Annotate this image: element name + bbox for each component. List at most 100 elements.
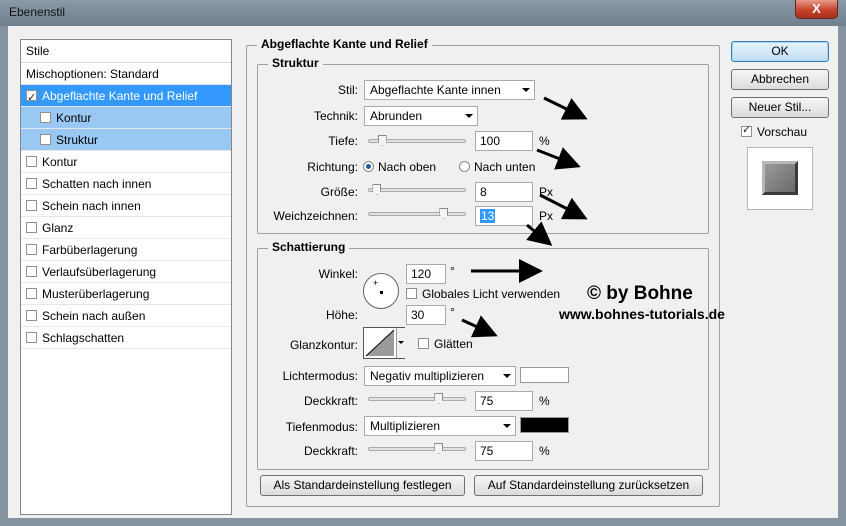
direction-down-label: Nach unten: [474, 160, 536, 174]
styles-list-header[interactable]: Stile: [21, 40, 231, 63]
checkbox-icon[interactable]: [26, 332, 37, 343]
checkbox-icon[interactable]: [26, 200, 37, 211]
altitude-value: 30: [411, 308, 425, 322]
soften-input[interactable]: 13: [475, 206, 533, 226]
altitude-unit: °: [450, 305, 455, 319]
styles-list-item[interactable]: Musterüberlagerung: [21, 283, 231, 305]
styles-list-item-label: Abgeflachte Kante und Relief: [42, 89, 198, 103]
highlight-opacity-input[interactable]: 75: [475, 391, 533, 411]
checkbox-icon[interactable]: [26, 288, 37, 299]
altitude-label: Höhe:: [325, 308, 358, 322]
preview-swatch: [762, 161, 798, 195]
soften-slider[interactable]: [368, 208, 466, 219]
styles-list-item[interactable]: Schatten nach innen: [21, 173, 231, 195]
styles-list-item[interactable]: Schein nach innen: [21, 195, 231, 217]
checkbox-checked-icon: [741, 123, 752, 137]
shadow-color-swatch[interactable]: [520, 417, 569, 433]
shadow-opacity-input[interactable]: 75: [475, 441, 533, 461]
styles-list-item-label: Kontur: [42, 155, 78, 169]
checkbox-icon[interactable]: [40, 134, 51, 145]
dial-center-icon: [380, 291, 383, 294]
highlight-opacity-slider[interactable]: [368, 393, 466, 404]
size-input[interactable]: 8: [475, 182, 533, 202]
global-light-checkbox[interactable]: Globales Licht verwenden: [406, 287, 560, 301]
checkbox-checked-icon[interactable]: [26, 87, 37, 109]
styles-list-item-label: Farbüberlagerung: [42, 243, 138, 257]
styles-list-item-label: Schatten nach innen: [42, 177, 152, 191]
checkbox-icon[interactable]: [26, 244, 37, 255]
soften-value: 13: [480, 209, 496, 223]
highlight-mode-value: Negativ multiplizieren: [370, 369, 485, 383]
altitude-input[interactable]: 30: [406, 305, 446, 325]
shadow-mode-value: Multiplizieren: [370, 419, 441, 433]
angle-dial[interactable]: +: [363, 273, 399, 309]
checkbox-icon: [418, 338, 429, 349]
angle-value: 120: [411, 267, 432, 281]
watermark-url: www.bohnes-tutorials.de: [559, 306, 725, 322]
size-label: Größe:: [320, 185, 358, 199]
cancel-button[interactable]: Abbrechen: [731, 69, 829, 90]
title-bar: Ebenenstil X: [0, 0, 846, 26]
soften-label: Weichzeichnen:: [273, 209, 359, 223]
highlight-color-swatch[interactable]: [520, 367, 569, 383]
styles-list-item[interactable]: Struktur: [21, 129, 231, 151]
styles-list-item[interactable]: Abgeflachte Kante und Relief: [21, 85, 231, 109]
styles-list-item[interactable]: Kontur: [21, 151, 231, 173]
styles-list-item[interactable]: Schlagschatten: [21, 327, 231, 349]
checkbox-icon[interactable]: [26, 222, 37, 233]
blend-options-item[interactable]: Mischoptionen: Standard: [21, 63, 231, 85]
direction-down-radio[interactable]: Nach unten: [459, 160, 535, 174]
styles-list-item[interactable]: Kontur: [21, 107, 231, 129]
checkbox-icon[interactable]: [26, 156, 37, 167]
shadow-opacity-unit: %: [539, 444, 550, 458]
shadow-mode-select[interactable]: Multiplizieren: [364, 416, 516, 436]
technique-select[interactable]: Abrunden: [364, 106, 478, 126]
chevron-down-icon: [465, 114, 473, 118]
make-default-button[interactable]: Als Standardeinstellung festlegen: [260, 475, 465, 496]
styles-list-item[interactable]: Verlaufsüberlagerung: [21, 261, 231, 283]
checkbox-icon[interactable]: [40, 112, 51, 123]
bevel-title: Abgeflachte Kante und Relief: [257, 37, 432, 51]
antialias-label: Glätten: [434, 337, 473, 351]
preview-checkbox[interactable]: Vorschau: [741, 123, 807, 139]
styles-list-item[interactable]: Glanz: [21, 217, 231, 239]
checkbox-icon: [406, 288, 417, 299]
styles-list-item-label: Glanz: [42, 221, 74, 235]
angle-input[interactable]: 120: [406, 264, 446, 284]
size-slider[interactable]: [368, 184, 466, 195]
highlight-mode-select[interactable]: Negativ multiplizieren: [364, 366, 516, 386]
shadow-opacity-slider[interactable]: [368, 443, 466, 454]
shading-title: Schattierung: [268, 240, 350, 254]
styles-list-item-label: Musterüberlagerung: [42, 287, 150, 301]
checkbox-icon[interactable]: [26, 310, 37, 321]
shadow-opacity-label: Deckkraft:: [303, 444, 358, 458]
styles-list-item[interactable]: Schein nach außen: [21, 305, 231, 327]
gloss-contour-picker[interactable]: [363, 327, 405, 359]
checkbox-icon[interactable]: [26, 266, 37, 277]
style-select-value: Abgeflachte Kante innen: [370, 83, 501, 97]
depth-input[interactable]: 100: [475, 131, 533, 151]
styles-list-item-label: Schein nach außen: [42, 309, 146, 323]
depth-value: 100: [480, 134, 501, 148]
shadow-opacity-value: 75: [480, 444, 494, 458]
direction-up-radio[interactable]: Nach oben: [363, 160, 436, 174]
radio-on-icon: [363, 161, 374, 172]
direction-up-label: Nach oben: [378, 160, 437, 174]
checkbox-icon[interactable]: [26, 178, 37, 189]
new-style-button[interactable]: Neuer Stil...: [731, 97, 829, 118]
reset-default-button[interactable]: Auf Standardeinstellung zurücksetzen: [474, 475, 703, 496]
depth-slider[interactable]: [368, 135, 466, 146]
ok-button[interactable]: OK: [731, 41, 829, 62]
style-select[interactable]: Abgeflachte Kante innen: [364, 80, 535, 100]
styles-list-item[interactable]: Farbüberlagerung: [21, 239, 231, 261]
highlight-opacity-label: Deckkraft:: [303, 394, 358, 408]
close-button[interactable]: X: [795, 0, 838, 19]
technique-select-value: Abrunden: [370, 109, 423, 123]
gloss-contour-label: Glanzkontur:: [289, 338, 358, 352]
window-title: Ebenenstil: [9, 5, 66, 19]
styles-list-item-label: Kontur: [56, 111, 92, 125]
styles-items: Abgeflachte Kante und Relief Kontur Strukt…: [21, 85, 231, 349]
antialias-checkbox[interactable]: Glätten: [418, 337, 473, 351]
soften-unit: Px: [539, 209, 554, 223]
size-value: 8: [480, 185, 487, 199]
